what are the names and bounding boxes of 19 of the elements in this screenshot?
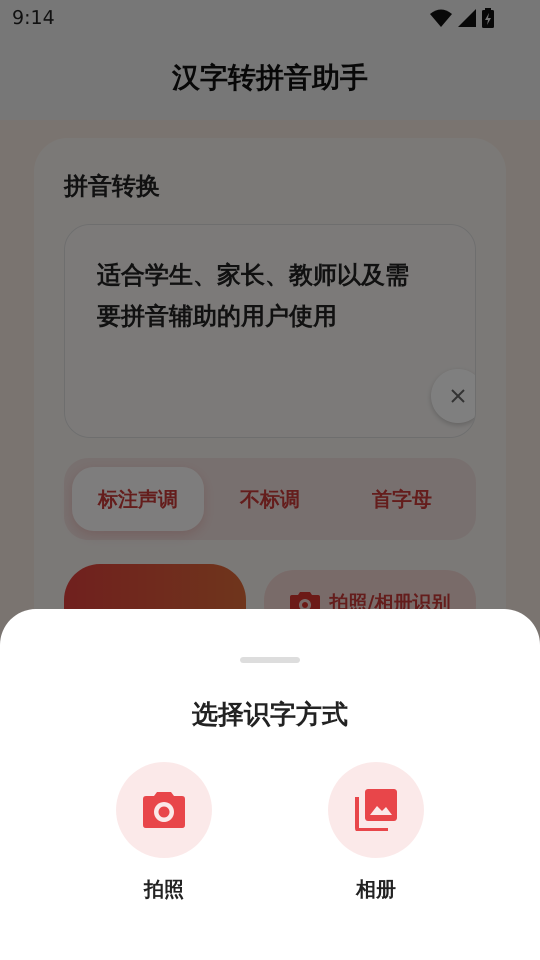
mode-tab[interactable]: 标注声调 (72, 467, 204, 531)
mode-tab[interactable]: 不标调 (204, 467, 336, 531)
option-label: 拍照 (144, 876, 184, 903)
camera-icon (143, 792, 185, 828)
drag-handle[interactable] (240, 657, 300, 663)
mode-tab[interactable]: 首字母 (336, 467, 468, 531)
app-title: 汉字转拼音助手 (172, 60, 368, 96)
battery-icon (482, 8, 494, 28)
status-time: 9:14 (12, 7, 55, 29)
wifi-icon (430, 9, 452, 27)
text-input-field[interactable]: 适合学生、家长、教师以及需要拼音辅助的用户使用 (64, 224, 476, 438)
signal-icon (458, 9, 476, 27)
input-text: 适合学生、家长、教师以及需要拼音辅助的用户使用 (97, 260, 410, 332)
clear-button[interactable] (431, 369, 475, 423)
close-icon (450, 388, 466, 404)
photo-album-icon (355, 789, 397, 831)
option-label: 相册 (356, 876, 396, 903)
section-title: 拼音转换 (64, 171, 161, 202)
sheet-title: 选择识字方式 (192, 699, 348, 732)
